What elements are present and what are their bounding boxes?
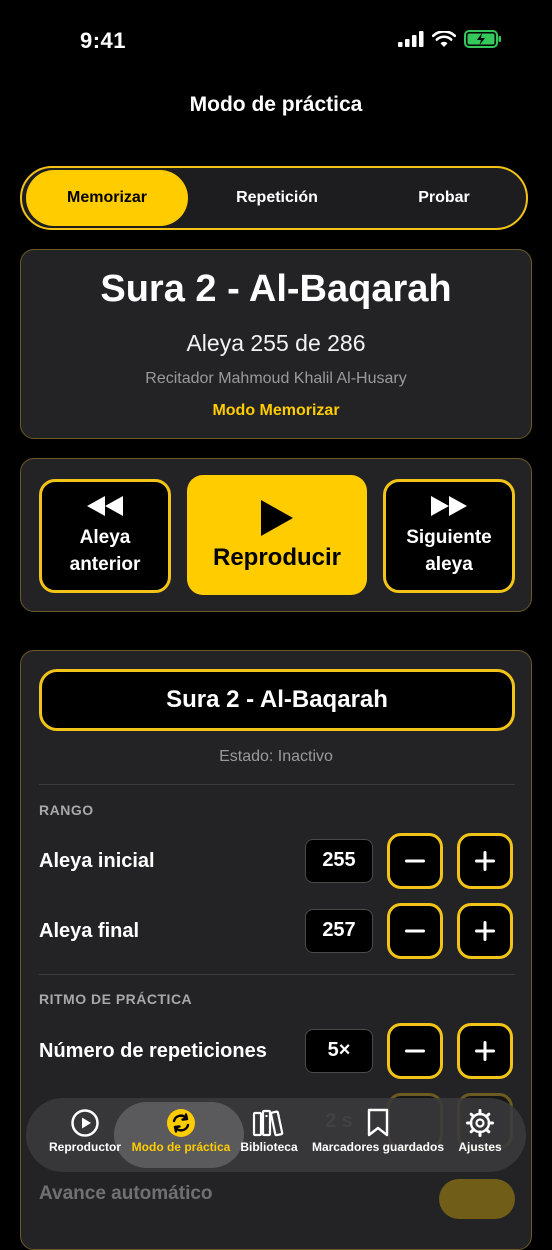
status-bar: 9:41 xyxy=(0,0,552,84)
auto-advance-label: Avance automático xyxy=(39,1183,213,1204)
start-verse-decrement-button[interactable] xyxy=(387,833,443,889)
play-button[interactable]: Reproducir xyxy=(187,475,367,595)
next-verse-label-2: aleya xyxy=(425,554,473,575)
tab-player[interactable]: Reproductor xyxy=(46,1106,124,1154)
cellular-signal-icon xyxy=(398,31,424,47)
verse-position: Aleya 255 de 286 xyxy=(186,330,366,356)
previous-verse-label-2: anterior xyxy=(69,554,141,575)
end-verse-label: Aleya final xyxy=(39,920,140,942)
start-verse-increment-button[interactable] xyxy=(457,833,513,889)
repetitions-label: Número de repeticiones xyxy=(39,1040,267,1062)
end-verse-value[interactable]: 257 xyxy=(305,909,373,953)
plus-icon xyxy=(475,921,495,941)
previous-verse-label-1: Aleya xyxy=(79,527,131,548)
previous-verse-button[interactable]: Aleya anterior xyxy=(39,479,171,593)
sura-title: Sura 2 - Al-Baqarah xyxy=(100,268,452,310)
auto-advance-toggle[interactable] xyxy=(439,1179,515,1219)
play-label: Reproducir xyxy=(212,544,341,571)
tab-bookmarks-label: Marcadores guardados xyxy=(311,1140,445,1154)
fast-forward-icon xyxy=(431,496,467,516)
playback-controls: Aleya anterior Reproducir Siguiente aley… xyxy=(20,458,532,612)
end-verse-decrement-button[interactable] xyxy=(387,903,443,959)
plus-icon xyxy=(475,851,495,871)
repetitions-decrement-button[interactable] xyxy=(387,1023,443,1079)
divider xyxy=(39,974,515,975)
repetitions-value[interactable]: 5× xyxy=(305,1029,373,1073)
rhythm-section-label: RITMO DE PRÁCTICA xyxy=(39,991,193,1007)
gear-icon xyxy=(466,1109,494,1137)
repeat-icon xyxy=(167,1109,195,1137)
rewind-icon xyxy=(87,496,123,516)
divider xyxy=(39,784,515,785)
status-icons xyxy=(398,30,502,48)
practice-mode-segmented-control: Memorizar Repetición Probar xyxy=(20,166,528,230)
next-verse-button[interactable]: Siguiente aleya xyxy=(383,479,515,593)
end-verse-increment-button[interactable] xyxy=(457,903,513,959)
tab-library[interactable]: Biblioteca xyxy=(234,1106,304,1154)
minus-icon xyxy=(405,859,425,863)
minus-icon xyxy=(405,929,425,933)
minus-icon xyxy=(405,1049,425,1053)
books-icon xyxy=(252,1109,284,1137)
now-playing-card: Sura 2 - Al-Baqarah Aleya 255 de 286 Rec… xyxy=(20,249,532,439)
status-text: Estado: Inactivo xyxy=(219,748,333,765)
tab-settings-label: Ajustes xyxy=(458,1140,502,1154)
repetitions-increment-button[interactable] xyxy=(457,1023,513,1079)
tab-player-label: Reproductor xyxy=(49,1140,121,1154)
status-time: 9:41 xyxy=(80,28,127,53)
sura-selector-button[interactable]: Sura 2 - Al-Baqarah xyxy=(39,669,515,731)
reciter-name: Recitador Mahmoud Khalil Al-Husary xyxy=(145,370,407,387)
start-verse-value[interactable]: 255 xyxy=(305,839,373,883)
segment-memorize[interactable]: Memorizar xyxy=(26,170,188,226)
segment-test[interactable]: Probar xyxy=(362,168,526,228)
page-title: Modo de práctica xyxy=(189,93,363,116)
tab-practice-mode-label: Modo de práctica xyxy=(131,1140,231,1154)
start-verse-label: Aleya inicial xyxy=(39,850,155,872)
play-icon xyxy=(261,500,293,536)
play-circle-icon xyxy=(71,1109,99,1137)
bookmark-icon xyxy=(367,1108,389,1137)
range-section-label: RANGO xyxy=(39,802,94,818)
tab-settings[interactable]: Ajustes xyxy=(450,1106,510,1154)
tab-bar: Reproductor Modo de práctica Biblioteca xyxy=(26,1098,526,1172)
tab-bookmarks[interactable]: Marcadores guardados xyxy=(306,1106,450,1154)
next-verse-label-1: Siguiente xyxy=(406,527,492,548)
battery-charging-icon xyxy=(464,30,501,48)
segment-repetition[interactable]: Repetición xyxy=(192,168,362,228)
mode-label: Modo Memorizar xyxy=(212,402,340,419)
tab-practice-mode[interactable]: Modo de práctica xyxy=(126,1106,236,1154)
wifi-icon xyxy=(432,30,456,47)
tab-library-label: Biblioteca xyxy=(240,1140,298,1154)
plus-icon xyxy=(475,1041,495,1061)
